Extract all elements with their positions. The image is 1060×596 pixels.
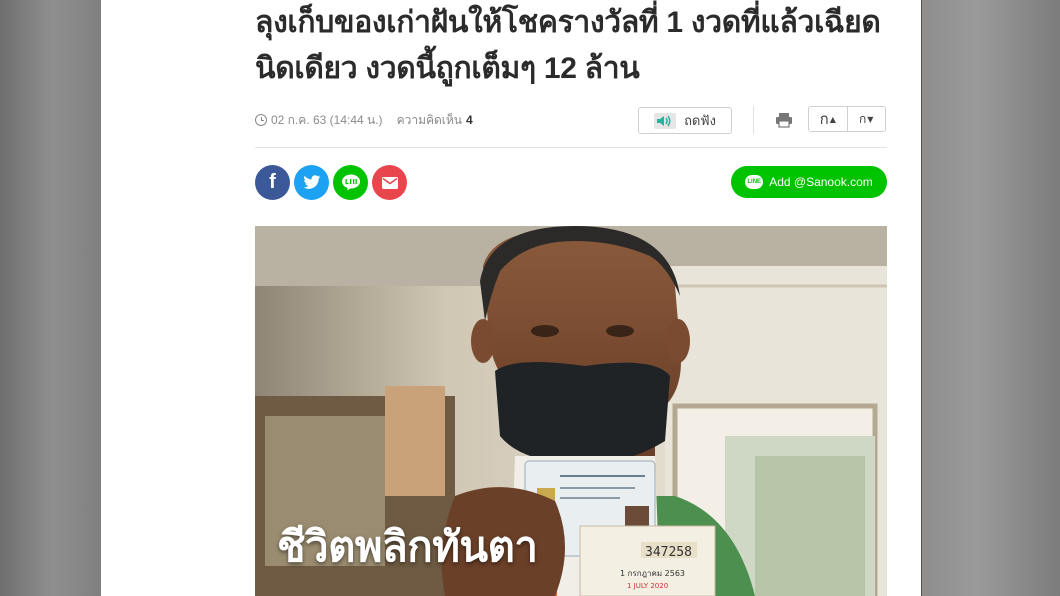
speaker-icon [654, 112, 677, 129]
caret-up-icon: ▲ [829, 114, 836, 124]
caret-down-icon: ▼ [867, 114, 874, 124]
mail-icon [381, 176, 398, 189]
ticket-number: 347258 [645, 545, 692, 560]
print-icon[interactable] [774, 110, 794, 130]
browser-backdrop-right [922, 0, 1060, 596]
mail-share-button[interactable] [372, 165, 407, 200]
article-title-line1: ลุงเก็บของเก่าฝันให้โชครางวัลที่ 1 งวดที… [255, 6, 881, 39]
line-share-button[interactable] [333, 165, 368, 200]
article-page: ลุงเก็บของเก่าฝันให้โชครางวัลที่ 1 งวดที… [101, 0, 922, 596]
photo-caption: ชีวิตพลิกทันตา [277, 523, 538, 570]
font-decrease-label: ก [859, 111, 867, 126]
font-size-control: ก ▲ ก ▼ [808, 106, 886, 132]
article-date: 02 ก.ค. 63 (14:44 น.) [271, 112, 383, 127]
ticket-date-en: 1 JULY 2020 [627, 582, 668, 590]
comments-count[interactable]: 4 [466, 113, 473, 127]
facebook-icon: f [269, 171, 276, 193]
article-photo[interactable]: 347258 1 กรกฎาคม 2563 1 JULY 2020 2 ชีวิ… [255, 226, 887, 596]
twitter-share-button[interactable] [294, 165, 329, 200]
facebook-share-button[interactable]: f [255, 165, 290, 200]
listen-button[interactable]: ถดฟัง [638, 107, 732, 134]
listen-label: ถดฟัง [684, 113, 716, 128]
font-increase-button[interactable]: ก ▲ [809, 107, 847, 131]
ticket-date: 1 กรกฎาคม 2563 [620, 569, 685, 578]
line-icon [341, 174, 360, 191]
article-title: ลุงเก็บของเก่าฝันให้โชครางวัลที่ 1 งวดที… [255, 0, 895, 92]
line-add-label: Add @Sanook.com [769, 175, 873, 189]
share-buttons: f [255, 165, 407, 200]
article-meta: 02 ก.ค. 63 (14:44 น.) ความคิดเห็น 4 [255, 110, 473, 130]
meta-divider [255, 147, 887, 148]
clock-icon [255, 114, 267, 126]
font-decrease-button[interactable]: ก ▼ [846, 107, 886, 131]
twitter-icon [302, 175, 320, 189]
comments-label[interactable]: ความคิดเห็น [397, 111, 462, 130]
line-add-icon: LINE [745, 175, 764, 189]
font-increase-label: ก [819, 110, 829, 128]
toolbar-divider [753, 106, 754, 134]
article-title-line2: นิดเดียว งวดนี้ถูกเต็มๆ 12 ล้าน [255, 52, 640, 85]
line-add-friend-button[interactable]: LINE Add @Sanook.com [731, 166, 887, 198]
